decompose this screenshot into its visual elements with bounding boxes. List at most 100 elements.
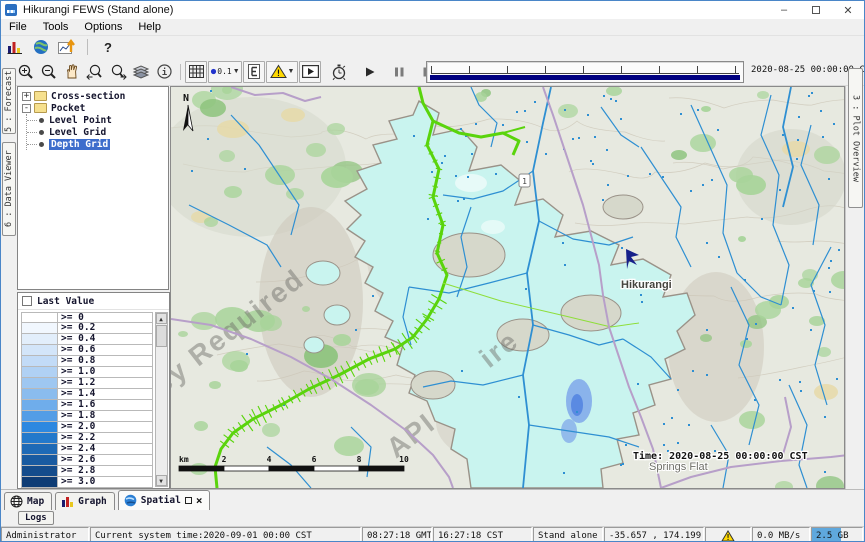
tree-leaf-level-point[interactable]: Level Point bbox=[27, 114, 168, 126]
zoom-out-button[interactable] bbox=[38, 61, 60, 83]
scroll-up-icon[interactable]: ▲ bbox=[156, 313, 167, 324]
help-button[interactable]: ? bbox=[98, 38, 118, 56]
tree-node-cross-section[interactable]: + Cross-section bbox=[21, 90, 168, 102]
time-slider-range bbox=[430, 75, 740, 80]
status-warning-cell[interactable]: ! bbox=[705, 527, 751, 542]
tab-map[interactable]: Map bbox=[4, 492, 52, 510]
tree-node-pocket[interactable]: -Pocket bbox=[21, 102, 168, 114]
legend-value: >= 2.2 bbox=[58, 433, 95, 443]
tab-graph[interactable]: Graph bbox=[55, 492, 115, 510]
title-bar: Hikurangi FEWS (Stand alone) – ✕ bbox=[1, 1, 864, 19]
logs-button[interactable]: Logs bbox=[18, 511, 54, 525]
map-viewport[interactable]: API Key RequiredAPI Key Required bbox=[170, 86, 845, 489]
panel-tab-data-viewer[interactable]: 6 : Data Viewer bbox=[2, 142, 16, 236]
legend-value: >= 3.0 bbox=[58, 477, 95, 487]
panel-tab-forecast[interactable]: 5 : Forecast bbox=[2, 68, 16, 134]
tab-close-icon[interactable]: × bbox=[196, 496, 203, 505]
tree-leaf-depth-grid[interactable]: Depth Grid bbox=[27, 138, 168, 150]
legend-value: >= 2.4 bbox=[58, 444, 95, 454]
menu-help[interactable]: Help bbox=[130, 20, 169, 34]
status-coordinates: -35.657 , 174.199 bbox=[604, 527, 704, 542]
scroll-thumb[interactable] bbox=[156, 325, 167, 347]
tab-restore-icon[interactable] bbox=[185, 497, 192, 504]
pause-button[interactable] bbox=[388, 61, 410, 83]
last-value-checkbox[interactable] bbox=[22, 296, 32, 306]
locality-label: Springs Flat bbox=[649, 461, 708, 473]
maximize-button[interactable] bbox=[800, 1, 832, 19]
chevron-down-icon: ▼ bbox=[288, 68, 295, 75]
map-time-label: Time: 2020-08-25 00:00:00 CST bbox=[633, 450, 808, 462]
legend-value: >= 0.4 bbox=[58, 334, 95, 344]
scroll-down-icon[interactable]: ▼ bbox=[156, 475, 167, 486]
layers-tree: + Cross-section-PocketLevel PointLevel Gr… bbox=[17, 86, 169, 290]
status-gmt-time: 08:27:18 GMT bbox=[362, 527, 432, 542]
menu-options[interactable]: Options bbox=[76, 20, 130, 34]
road-shield: 1 bbox=[519, 174, 530, 187]
svg-text:8: 8 bbox=[356, 455, 361, 464]
legend-swatch bbox=[22, 444, 58, 454]
svg-text:i: i bbox=[161, 67, 167, 78]
tab-label: Spatial bbox=[141, 495, 181, 506]
layers-button[interactable] bbox=[130, 61, 152, 83]
tree-node-label: Cross-section bbox=[51, 91, 125, 102]
panel-tab-plot-overview[interactable]: 3 : Plot Overview bbox=[848, 68, 863, 208]
folder-icon bbox=[34, 91, 47, 101]
svg-text:km: km bbox=[179, 455, 189, 464]
left-tab-strip: 5 : Forecast6 : Data Viewer bbox=[1, 86, 17, 489]
app-logo-icon bbox=[5, 4, 17, 16]
legend-panel: Last Value >= 0>= 0.2>= 0.4>= 0.6>= 0.8>… bbox=[17, 292, 170, 489]
tree-expander-icon[interactable]: - bbox=[22, 104, 31, 113]
legend-swatch bbox=[22, 422, 58, 432]
menu-tools[interactable]: Tools bbox=[35, 20, 77, 34]
tab-label: Map bbox=[27, 496, 44, 507]
legend-swatch bbox=[22, 345, 58, 355]
time-slider[interactable] bbox=[426, 61, 744, 83]
close-button[interactable]: ✕ bbox=[832, 1, 864, 19]
status-system-time: Current system time:2020-09-01 00:00 CST bbox=[90, 527, 361, 542]
svg-text:10: 10 bbox=[399, 455, 409, 464]
graph-icon bbox=[61, 495, 74, 508]
status-memory: 2.5 GB bbox=[811, 527, 863, 542]
map-display-button[interactable] bbox=[31, 38, 51, 56]
svg-text:N: N bbox=[183, 93, 189, 104]
zoom-previous-button[interactable] bbox=[84, 61, 106, 83]
svg-text:4: 4 bbox=[266, 455, 271, 464]
tree-expander-icon[interactable]: + bbox=[22, 92, 31, 101]
info-button[interactable]: i bbox=[153, 61, 175, 83]
pan-hand-button[interactable] bbox=[61, 61, 83, 83]
tree-leaf-label: Depth Grid bbox=[49, 139, 110, 150]
label-display-button[interactable] bbox=[243, 61, 265, 83]
legend-row: >= 3.2 bbox=[21, 488, 153, 489]
tab-spatial[interactable]: Spatial × bbox=[118, 490, 211, 510]
classification-threshold-button[interactable]: 0.1 ▼ bbox=[208, 61, 242, 83]
play-button[interactable] bbox=[359, 61, 381, 83]
legend-value: >= 2.8 bbox=[58, 466, 95, 476]
legend-scrollbar[interactable]: ▲ ▼ bbox=[155, 312, 168, 487]
legend-swatch bbox=[22, 477, 58, 487]
legend-swatch bbox=[22, 323, 58, 333]
bullet-icon bbox=[39, 118, 44, 123]
folder-icon bbox=[34, 103, 47, 113]
forecast-dialog-button[interactable] bbox=[57, 38, 77, 56]
animation-display-button[interactable] bbox=[299, 61, 321, 83]
legend-swatch bbox=[22, 313, 58, 322]
zoom-next-button[interactable] bbox=[107, 61, 129, 83]
minimize-button[interactable]: – bbox=[768, 1, 800, 19]
status-user: Administrator bbox=[1, 527, 89, 542]
legend-swatch bbox=[22, 411, 58, 421]
status-local-time: 16:27:18 CST bbox=[433, 527, 532, 542]
timer-button[interactable] bbox=[328, 61, 350, 83]
warning-icon: ! bbox=[721, 530, 735, 542]
timeseries-dialog-button[interactable] bbox=[5, 38, 25, 56]
map-canvas[interactable]: API Key RequiredAPI Key Required bbox=[171, 87, 845, 488]
status-bar: Administrator Current system time:2020-0… bbox=[1, 526, 864, 542]
thresholds-warning-button[interactable]: ! ▼ bbox=[266, 61, 298, 83]
zoom-in-button[interactable] bbox=[15, 61, 37, 83]
legend-value: >= 0.2 bbox=[58, 323, 95, 333]
chevron-down-icon: ▼ bbox=[233, 68, 240, 75]
menu-file[interactable]: File bbox=[1, 20, 35, 34]
legend-swatch bbox=[22, 389, 58, 399]
grid-display-button[interactable] bbox=[185, 61, 207, 83]
legend-value: >= 1.4 bbox=[58, 389, 95, 399]
tree-leaf-level-grid[interactable]: Level Grid bbox=[27, 126, 168, 138]
